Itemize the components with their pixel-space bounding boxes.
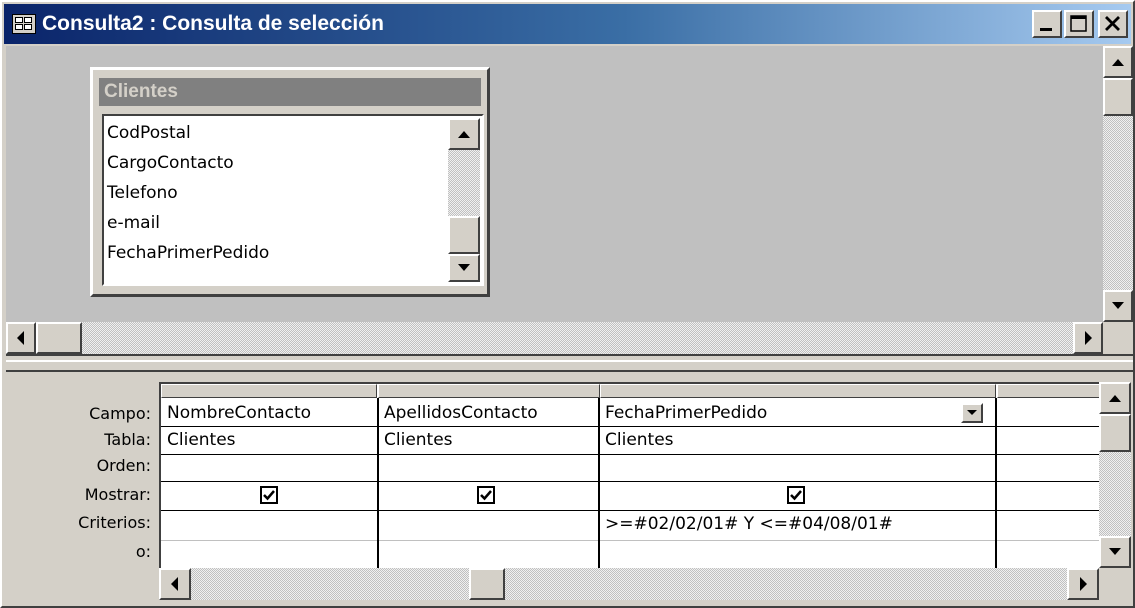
column-selector[interactable] [600, 384, 996, 398]
field-list-title[interactable]: Clientes [99, 78, 481, 106]
close-icon [1105, 16, 1120, 31]
arrow-right-icon [1080, 577, 1087, 591]
field-item[interactable]: FechaPrimerPedido [107, 243, 269, 263]
field-item[interactable]: CodPostal [107, 123, 191, 143]
row-label-tabla: Tabla: [104, 430, 151, 449]
field-item[interactable]: Telefono [107, 183, 178, 203]
clientes-field-list[interactable]: Clientes CodPostal CargoContacto Telefon… [90, 67, 490, 297]
campo-dropdown-button[interactable] [961, 403, 983, 423]
grid-hscroll-thumb[interactable] [469, 568, 505, 600]
query-window: Consulta2 : Consulta de selección Client… [0, 0, 1135, 608]
mostrar-checkbox[interactable] [787, 486, 805, 504]
row-label-orden: Orden: [96, 456, 151, 475]
field-list-scroll-down[interactable] [448, 254, 480, 282]
check-icon [263, 490, 275, 501]
query-icon [12, 14, 36, 34]
close-button[interactable] [1098, 10, 1128, 38]
scroll-left-button[interactable] [6, 322, 36, 354]
check-icon [790, 490, 802, 501]
query-design-grid[interactable]: NombreContacto Clientes ApellidosContact… [159, 382, 1099, 568]
grid-scroll-right[interactable] [1067, 568, 1099, 600]
upper-vertical-scrollbar[interactable] [1103, 46, 1133, 322]
upper-vscroll-thumb[interactable] [1103, 78, 1133, 116]
campo-cell[interactable]: FechaPrimerPedido [601, 403, 767, 423]
column-selector[interactable] [997, 384, 1099, 398]
campo-cell[interactable]: NombreContacto [163, 403, 311, 423]
grid-scrollbar-corner [1099, 568, 1131, 600]
column-selector[interactable] [378, 384, 600, 398]
row-label-o: o: [135, 542, 151, 561]
mostrar-checkbox[interactable] [477, 486, 495, 504]
campo-cell[interactable]: ApellidosContacto [380, 403, 538, 423]
field-list[interactable]: CodPostal CargoContacto Telefono e-mail … [102, 114, 484, 286]
arrow-up-icon [1109, 395, 1121, 402]
upper-horizontal-scrollbar[interactable] [6, 322, 1103, 354]
scroll-down-button[interactable] [1103, 290, 1133, 322]
criterios-cell[interactable]: >=#02/02/01# Y <=#04/08/01# [601, 514, 893, 534]
tabla-cell[interactable]: Clientes [601, 430, 674, 450]
maximize-icon [1070, 15, 1087, 32]
row-label-campo: Campo: [89, 404, 151, 423]
row-label-mostrar: Mostrar: [84, 485, 151, 504]
mostrar-checkbox[interactable] [260, 486, 278, 504]
field-list-scroll-thumb[interactable] [448, 216, 480, 254]
upper-hscroll-thumb[interactable] [36, 322, 82, 354]
arrow-down-icon [1112, 302, 1124, 309]
scrollbar-corner [1103, 322, 1133, 354]
tabla-cell[interactable]: Clientes [163, 430, 236, 450]
grid-scroll-up[interactable] [1099, 382, 1131, 414]
grid-vscroll-thumb[interactable] [1099, 414, 1131, 452]
window-title: Consulta2 : Consulta de selección [42, 12, 384, 35]
minimize-icon [1040, 28, 1052, 31]
arrow-down-icon [458, 264, 470, 271]
column-selector[interactable] [161, 384, 377, 398]
pane-splitter[interactable] [6, 354, 1133, 372]
field-list-scrollbar[interactable] [448, 118, 480, 282]
scroll-right-button[interactable] [1073, 322, 1103, 354]
arrow-left-icon [171, 577, 178, 591]
check-icon [480, 490, 492, 501]
grid-horizontal-scrollbar[interactable] [159, 568, 1099, 600]
grid-scroll-left[interactable] [159, 568, 191, 600]
row-label-criterios: Criterios: [78, 513, 151, 532]
arrow-left-icon [17, 331, 24, 345]
minimize-button[interactable] [1032, 10, 1062, 38]
grid-vertical-scrollbar[interactable] [1099, 382, 1131, 568]
grid-scroll-down[interactable] [1099, 536, 1131, 568]
arrow-right-icon [1085, 331, 1092, 345]
tabla-cell[interactable]: Clientes [380, 430, 453, 450]
field-item[interactable]: CargoContacto [107, 153, 234, 173]
arrow-up-icon [458, 131, 470, 138]
arrow-up-icon [1112, 59, 1124, 66]
field-list-scroll-up[interactable] [448, 118, 480, 150]
scroll-up-button[interactable] [1103, 46, 1133, 78]
field-item[interactable]: e-mail [107, 213, 160, 233]
chevron-down-icon [967, 410, 977, 415]
maximize-button[interactable] [1064, 10, 1094, 38]
arrow-down-icon [1109, 548, 1121, 555]
title-bar[interactable]: Consulta2 : Consulta de selección [4, 4, 1131, 44]
